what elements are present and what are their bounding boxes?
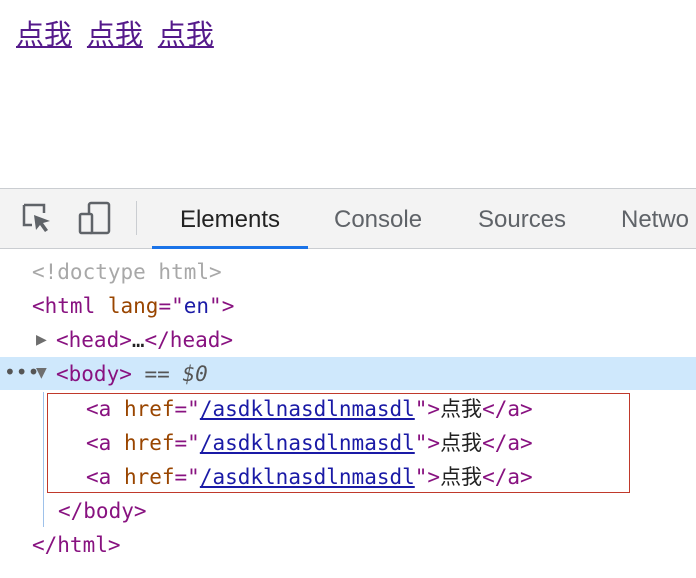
- body-open-tag: <body>: [56, 362, 132, 386]
- devtools-panel: Elements Console Sources Netwo <!doctype…: [0, 188, 696, 578]
- doctype-node[interactable]: <!doctype html>: [32, 255, 222, 289]
- html-lang-attr: lang: [107, 294, 159, 318]
- anchor-href-attr: href: [123, 465, 175, 489]
- devtools-toolbar: Elements Console Sources Netwo: [0, 189, 696, 249]
- html-open-tag: <html: [32, 294, 96, 318]
- html-lang-value: en: [183, 294, 210, 318]
- toolbar-separator: [136, 201, 137, 235]
- anchor-close-tag: </a>: [482, 465, 533, 489]
- anchor-open-tag: <a: [86, 431, 112, 455]
- anchor-href-link[interactable]: /asdklnasdlnmasdl: [200, 465, 415, 489]
- body-node[interactable]: <body> == $0: [56, 357, 208, 391]
- selected-marker: == $0: [144, 362, 208, 386]
- html-close-node[interactable]: </html>: [32, 528, 121, 562]
- tab-console[interactable]: Console: [334, 189, 422, 248]
- anchor-close-tag: </a>: [482, 397, 533, 421]
- anchor-href-attr: href: [123, 431, 175, 455]
- head-ellipsis: …: [131, 328, 145, 352]
- anchor-node-3[interactable]: <a href="/asdklnasdlnmasdl">点我</a>: [86, 460, 533, 494]
- doctype-text: <!doctype html>: [32, 260, 222, 284]
- anchor-href-link[interactable]: /asdklnasdlnmasdl: [200, 397, 415, 421]
- anchor-text: 点我: [440, 465, 483, 489]
- expand-head-icon[interactable]: ▶: [36, 332, 47, 348]
- collapse-body-icon[interactable]: ▼: [36, 365, 47, 381]
- html-close-tag: </html>: [32, 533, 121, 557]
- anchor-text: 点我: [440, 431, 483, 455]
- tab-network[interactable]: Netwo: [621, 189, 689, 248]
- tab-elements[interactable]: Elements: [152, 189, 308, 249]
- anchor-href-link[interactable]: /asdklnasdlnmasdl: [200, 431, 415, 455]
- device-toolbar-icon[interactable]: [78, 201, 112, 235]
- more-options-icon[interactable]: •••: [4, 357, 39, 390]
- head-open-tag: <head>: [56, 328, 132, 352]
- link-1[interactable]: 点我: [16, 18, 72, 51]
- inspect-element-icon[interactable]: [20, 201, 54, 235]
- body-close-tag: </body>: [58, 499, 147, 523]
- anchor-node-2[interactable]: <a href="/asdklnasdlnmasdl">点我</a>: [86, 426, 533, 460]
- body-close-node[interactable]: </body>: [58, 494, 147, 528]
- link-group: 点我 点我 点我: [16, 18, 220, 52]
- anchor-open-tag: <a: [86, 397, 112, 421]
- anchor-href-attr: href: [123, 397, 175, 421]
- anchor-node-1[interactable]: <a href="/asdklnasdlnmasdl">点我</a>: [86, 392, 533, 426]
- head-node[interactable]: <head>…</head>: [56, 323, 233, 357]
- anchor-text: 点我: [440, 397, 483, 421]
- anchor-close-tag: </a>: [482, 431, 533, 455]
- link-2[interactable]: 点我: [87, 18, 143, 51]
- page-preview: 点我 点我 点我: [0, 0, 696, 188]
- dom-tree: <!doctype html> <html lang="en"> ▶ <head…: [0, 249, 696, 578]
- anchor-open-tag: <a: [86, 465, 112, 489]
- head-close-tag: </head>: [144, 328, 234, 352]
- html-node[interactable]: <html lang="en">: [32, 289, 234, 323]
- link-3[interactable]: 点我: [158, 18, 214, 51]
- tab-sources[interactable]: Sources: [478, 189, 566, 248]
- indent-guide: [43, 392, 44, 527]
